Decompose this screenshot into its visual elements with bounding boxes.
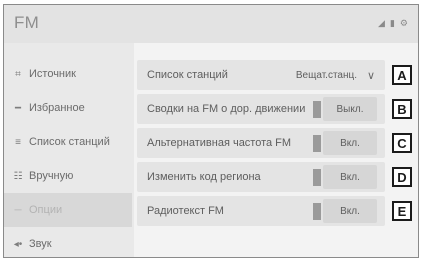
callout-label-d: D	[392, 167, 412, 187]
station-list-value: Вещат.станц.	[295, 69, 357, 81]
traffic-announcement-row[interactable]: Сводки на FM о дор. движении Выкл.	[137, 94, 385, 124]
alternative-frequency-row[interactable]: Альтернативная частота FM Вкл.	[137, 128, 385, 158]
traffic-announcement-toggle[interactable]: Выкл.	[323, 97, 377, 121]
status-icons: ◢ ▮ ⚙	[378, 19, 408, 28]
setting-label: Изменить код региона	[147, 171, 261, 183]
sound-icon: ◂•	[13, 238, 23, 250]
sidebar-item-favorites[interactable]: ━ Избранное	[4, 91, 132, 125]
settings-panel: Список станций Вещат.станц. ∨ Сводки на …	[137, 43, 418, 257]
battery-icon: ▮	[389, 18, 395, 28]
setting-label: Список станций	[147, 69, 228, 81]
sidebar-item-label: Избранное	[29, 102, 85, 114]
station-list-icon: ≡	[15, 136, 21, 148]
signal-icon: ◢	[378, 18, 385, 28]
setting-label: Радиотекст FM	[147, 205, 224, 217]
sidebar-item-sound[interactable]: ◂• Звук	[4, 227, 132, 257]
radio-text-row[interactable]: Радиотекст FM Вкл.	[137, 196, 385, 226]
toggle-indicator	[313, 169, 321, 186]
manual-icon: ☷	[13, 170, 23, 182]
alternative-frequency-toggle[interactable]: Вкл.	[323, 131, 377, 155]
setting-label: Сводки на FM о дор. движении	[147, 103, 306, 115]
options-icon: ─	[14, 204, 22, 216]
favorites-icon: ━	[14, 102, 22, 114]
toggle-indicator	[313, 203, 321, 220]
page-title: FM	[14, 13, 40, 32]
chevron-down-icon: ∨	[366, 69, 375, 82]
region-code-row[interactable]: Изменить код региона Вкл.	[137, 162, 385, 192]
sidebar-item-label: Вручную	[29, 170, 74, 182]
radio-text-toggle[interactable]: Вкл.	[323, 199, 377, 223]
sidebar: ⌗ Источник ━ Избранное ≡ Список станций …	[4, 43, 134, 257]
callout-label-a: A	[392, 65, 412, 85]
source-icon: ⌗	[15, 68, 21, 80]
gear-icon: ⚙	[399, 18, 408, 28]
sidebar-item-label: Опции	[29, 204, 63, 216]
callout-label-b: B	[392, 99, 412, 119]
sidebar-item-label: Список станций	[29, 136, 110, 148]
callout-label-c: C	[392, 133, 412, 153]
sidebar-item-label: Источник	[29, 68, 76, 80]
region-code-toggle[interactable]: Вкл.	[323, 165, 377, 189]
setting-label: Альтернативная частота FM	[147, 137, 292, 149]
fm-screen: FM ◢ ▮ ⚙ ⌗ Источник ━ Избранное ≡ Список…	[3, 4, 419, 258]
sidebar-item-manual[interactable]: ☷ Вручную	[4, 159, 132, 193]
toggle-indicator	[313, 135, 321, 152]
sidebar-item-source[interactable]: ⌗ Источник	[4, 57, 132, 91]
sidebar-item-station-list[interactable]: ≡ Список станций	[4, 125, 132, 159]
sidebar-item-options[interactable]: ─ Опции	[4, 193, 132, 227]
toggle-indicator	[313, 101, 321, 118]
callout-label-e: E	[392, 201, 412, 221]
header-bar: FM ◢ ▮ ⚙	[4, 5, 418, 43]
station-list-row[interactable]: Список станций Вещат.станц. ∨	[137, 60, 385, 90]
sidebar-item-label: Звук	[29, 238, 52, 250]
